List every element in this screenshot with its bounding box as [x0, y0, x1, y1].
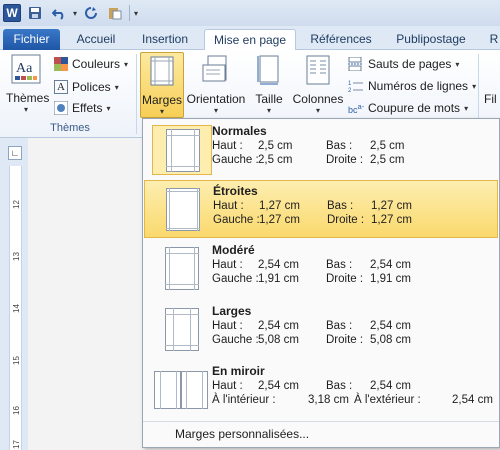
ruler-number: 16 — [12, 406, 21, 415]
marges-button[interactable]: Marges ▾ — [140, 52, 184, 118]
orientation-dropdown-icon: ▾ — [213, 106, 218, 115]
hyphenation-icon: bca- — [348, 101, 365, 115]
taille-label: Taille — [255, 92, 283, 106]
orientation-button[interactable]: Orientation ▾ — [186, 55, 246, 115]
tab-review-truncated[interactable]: R — [488, 29, 500, 50]
margin-option-etroites[interactable]: Étroites Haut : 1,27 cm Bas : 1,27 cm Ga… — [144, 180, 498, 238]
customize-icon[interactable]: ▾ — [134, 9, 138, 18]
themes-dropdown-icon: ▾ — [23, 105, 28, 114]
sauts-label: Sauts de pages — [368, 57, 452, 71]
normal-margins-icon — [152, 125, 212, 175]
themes-label: Thèmes — [6, 91, 50, 105]
tab-insertion[interactable]: Insertion — [132, 29, 198, 50]
colonnes-button[interactable]: Colonnes ▾ — [292, 55, 344, 115]
coupure-label: Coupure de mots — [368, 101, 461, 115]
option-name: Étroites — [213, 184, 258, 198]
sauts-de-pages-button[interactable]: Sauts de pages ▾ — [348, 54, 459, 74]
themes-group-label: Thèmes — [50, 122, 90, 134]
option-name: En miroir — [212, 364, 265, 378]
taille-dropdown-icon: ▾ — [266, 106, 271, 115]
colonnes-label: Colonnes — [292, 92, 344, 106]
couleurs-label: Couleurs — [72, 57, 121, 71]
ruler-number: 12 — [12, 200, 21, 209]
themes-button[interactable]: Aa Thèmes ▾ — [6, 54, 50, 114]
polices-button[interactable]: A Polices ▾ — [54, 77, 119, 97]
mirrored-margins-icon — [152, 365, 212, 415]
marges-label: Marges — [141, 93, 182, 107]
colors-icon — [54, 57, 68, 71]
group-separator — [136, 54, 137, 134]
ruler-number: 13 — [12, 252, 21, 261]
columns-icon — [292, 55, 344, 88]
undo-dropdown-icon[interactable]: ▾ — [73, 9, 77, 18]
tab-fichier[interactable]: Fichier — [3, 29, 60, 50]
quick-access-toolbar: W ▾ ▾ — [0, 0, 500, 26]
undo-icon[interactable] — [49, 3, 69, 23]
margin-option-normales[interactable]: Normales Haut : 2,5 cm Bas : 2,5 cm Gauc… — [144, 121, 498, 179]
fonts-icon: A — [54, 80, 68, 94]
tab-selector-icon[interactable]: ∟ — [8, 146, 22, 160]
svg-text:1: 1 — [348, 81, 352, 87]
paste-icon[interactable] — [105, 3, 125, 23]
couleurs-button[interactable]: Couleurs ▾ — [54, 54, 128, 74]
option-name: Modéré — [212, 243, 255, 257]
moderate-margins-icon — [152, 244, 212, 294]
tab-references[interactable]: Références — [302, 29, 380, 50]
orientation-icon — [186, 55, 246, 88]
option-name: Normales — [212, 124, 267, 138]
ribbon-tabs: Fichier Accueil Insertion Mise en page R… — [0, 26, 500, 51]
qat-separator — [129, 5, 131, 21]
size-icon — [250, 55, 288, 88]
line-numbers-icon: 12 — [348, 81, 363, 93]
narrow-margins-icon — [153, 185, 213, 235]
tab-accueil[interactable]: Accueil — [66, 29, 126, 50]
margin-option-modere[interactable]: Modéré Haut : 2,54 cm Bas : 2,54 cm Gauc… — [144, 240, 498, 298]
marges-dropdown-icon: ▾ — [159, 107, 164, 116]
effets-label: Effets — [72, 101, 103, 115]
svg-text:2: 2 — [348, 88, 352, 93]
ruler-number: 17 — [12, 440, 21, 449]
ruler-number: 14 — [12, 304, 21, 313]
taille-button[interactable]: Taille ▾ — [250, 55, 288, 115]
margins-icon — [141, 56, 183, 89]
breaks-icon — [348, 57, 362, 71]
vertical-ruler: ∟ 12 13 14 15 16 17 — [0, 138, 28, 450]
themes-icon: Aa — [6, 54, 46, 87]
word-logo-icon[interactable]: W — [3, 4, 21, 22]
orientation-label: Orientation — [186, 92, 246, 106]
polices-label: Polices — [72, 80, 111, 94]
menu-separator — [143, 421, 499, 422]
option-name: Larges — [212, 304, 252, 318]
ruler-strip: 12 13 14 15 16 17 — [9, 166, 22, 450]
save-icon[interactable] — [25, 3, 45, 23]
redo-icon[interactable] — [81, 3, 101, 23]
filigrane-button-truncated[interactable]: Fil — [484, 92, 500, 106]
colonnes-dropdown-icon: ▾ — [315, 106, 320, 115]
margins-dropdown: Normales Haut : 2,5 cm Bas : 2,5 cm Gauc… — [142, 118, 500, 448]
numeros-de-lignes-button[interactable]: 12 Numéros de lignes ▾ — [348, 76, 476, 96]
effets-button[interactable]: Effets ▾ — [54, 98, 110, 118]
effects-icon — [54, 101, 68, 115]
coupure-de-mots-button[interactable]: bca- Coupure de mots ▾ — [348, 98, 468, 118]
tab-publipostage[interactable]: Publipostage — [386, 29, 476, 50]
tab-mise-en-page[interactable]: Mise en page — [204, 29, 296, 51]
filigrane-label: Fil — [484, 92, 497, 106]
svg-text:Aa: Aa — [16, 61, 33, 76]
numeros-label: Numéros de lignes — [368, 79, 469, 93]
margin-option-larges[interactable]: Larges Haut : 2,54 cm Bas : 2,54 cm Gauc… — [144, 301, 498, 359]
margin-option-en-miroir[interactable]: En miroir Haut : 2,54 cm Bas : 2,54 cm À… — [144, 361, 498, 419]
wide-margins-icon — [152, 305, 212, 355]
ruler-number: 15 — [12, 356, 21, 365]
custom-margins-item[interactable]: Marges personnalisées... — [175, 427, 309, 441]
